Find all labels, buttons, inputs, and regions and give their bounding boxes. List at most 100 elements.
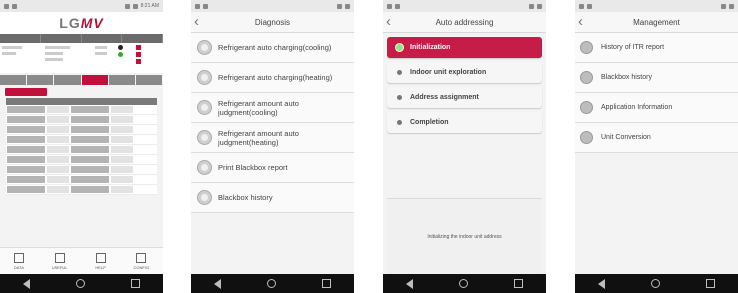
step-dot-icon (397, 70, 402, 75)
bottom-tab-help[interactable]: HELP (95, 252, 106, 270)
list-item[interactable]: Unit Conversion (575, 123, 738, 153)
nav-home-icon[interactable] (267, 279, 276, 288)
bottom-tab-data[interactable]: DATA (13, 252, 24, 270)
app-bar: ‹ Auto addressing (383, 12, 546, 33)
conversion-icon (580, 131, 593, 144)
info-icon (580, 101, 593, 114)
nav-recent-icon[interactable] (131, 279, 140, 288)
back-arrow-icon[interactable]: ‹ (578, 13, 583, 31)
table-row (6, 115, 157, 125)
notification-icon (387, 3, 392, 9)
notification-icon (579, 3, 584, 9)
list-item[interactable]: History of ITR report (575, 33, 738, 63)
step-dot-icon (397, 120, 402, 125)
bottom-tab-label: CONFIG (133, 264, 150, 270)
wifi-icon (529, 3, 534, 9)
logo-prefix: LG (59, 15, 81, 31)
active-step-icon (395, 43, 404, 52)
info-header (0, 34, 163, 43)
list-item[interactable]: Refrigerant amount auto judgment(heating… (191, 123, 354, 153)
list-item[interactable]: Refrigerant auto charging(cooling) (191, 33, 354, 63)
table-row (6, 155, 157, 165)
history-icon (580, 71, 593, 84)
nav-recent-icon[interactable] (322, 279, 331, 288)
page-title: Auto addressing (435, 17, 494, 27)
bottom-tab-label: DATA (13, 264, 24, 270)
step-label: Indoor unit exploration (410, 69, 487, 76)
bottom-tab-config[interactable]: CONFIG (133, 252, 150, 270)
list-item[interactable]: Application Information (575, 93, 738, 123)
step-label: Initialization (410, 44, 451, 51)
bottom-tab-useful[interactable]: USEFUL (51, 252, 68, 270)
nav-home-icon[interactable] (76, 279, 85, 288)
battery-icon (537, 3, 542, 9)
step-label: Address assignment (410, 94, 479, 101)
wifi-icon (721, 3, 726, 9)
notification-icon (587, 3, 592, 9)
nav-recent-icon[interactable] (706, 279, 715, 288)
table-row (6, 125, 157, 135)
step-indoor-unit-exploration: Indoor unit exploration (387, 62, 542, 83)
book-icon (95, 252, 106, 263)
tab[interactable] (27, 75, 54, 85)
config-icon (136, 252, 147, 263)
tab[interactable] (0, 75, 27, 85)
list-item[interactable]: Refrigerant auto charging(heating) (191, 63, 354, 93)
list-item[interactable]: Refrigerant amount auto judgment(cooling… (191, 93, 354, 123)
phone-screen-auto-addressing: ‹ Auto addressing Initialization Indoor … (383, 0, 546, 293)
list-item-label: Refrigerant amount auto judgment(heating… (218, 128, 299, 147)
back-arrow-icon[interactable]: ‹ (386, 13, 391, 31)
phone-screen-data: 8:21 AM LG MV DATA USEFUL HELP CONFIG (0, 0, 163, 293)
gauge-icon (197, 100, 212, 115)
nav-back-icon[interactable] (598, 278, 605, 289)
wifi-icon (337, 3, 342, 9)
app-logo: LG MV (0, 12, 163, 34)
android-nav-bar (0, 274, 163, 293)
nav-home-icon[interactable] (459, 279, 468, 288)
tab[interactable] (108, 75, 135, 85)
nav-back-icon[interactable] (214, 278, 221, 289)
android-nav-bar (575, 274, 738, 293)
list-item-label: Blackbox history (601, 74, 652, 81)
gauge-icon (197, 40, 212, 55)
status-bar (191, 0, 354, 12)
step-label: Completion (410, 119, 449, 126)
step-dot-icon (397, 95, 402, 100)
info-panel (0, 43, 163, 73)
nav-back-icon[interactable] (23, 278, 30, 289)
notification-icon (203, 3, 208, 9)
list-item-label: Print Blackbox report (218, 163, 288, 172)
notification-icon (4, 3, 9, 9)
phone-screen-diagnosis: ‹ Diagnosis Refrigerant auto charging(co… (191, 0, 354, 293)
nav-home-icon[interactable] (651, 279, 660, 288)
list-item[interactable]: Print Blackbox report (191, 153, 354, 183)
step-initialization: Initialization (387, 37, 542, 58)
tab[interactable] (54, 75, 81, 85)
tab-active[interactable] (81, 75, 108, 85)
status-time: 8:21 AM (140, 3, 159, 9)
list-item-label: Blackbox history (218, 193, 273, 202)
step-address-assignment: Address assignment (387, 87, 542, 108)
notification-icon (395, 3, 400, 9)
nav-recent-icon[interactable] (514, 279, 523, 288)
list-item[interactable]: Blackbox history (191, 183, 354, 213)
list-item[interactable]: Blackbox history (575, 63, 738, 93)
android-nav-bar (191, 274, 354, 293)
nav-back-icon[interactable] (406, 278, 413, 289)
table-row (6, 175, 157, 185)
app-bar: ‹ Diagnosis (191, 12, 354, 33)
status-message-text: Initializing the indoor unit address (427, 234, 502, 240)
notification-icon (12, 3, 17, 9)
bottom-tab-label: USEFUL (51, 264, 68, 270)
table-row (6, 135, 157, 145)
data-table (6, 98, 157, 195)
android-nav-bar (383, 274, 546, 293)
sub-filter-button[interactable] (5, 88, 47, 96)
bottom-tab-label: HELP (95, 264, 106, 270)
status-bar: 8:21 AM (0, 0, 163, 12)
phone-screen-management: ‹ Management History of ITR report Black… (575, 0, 738, 293)
table-row (6, 105, 157, 115)
tab[interactable] (135, 75, 163, 85)
gauge-icon (197, 70, 212, 85)
back-arrow-icon[interactable]: ‹ (194, 13, 199, 31)
